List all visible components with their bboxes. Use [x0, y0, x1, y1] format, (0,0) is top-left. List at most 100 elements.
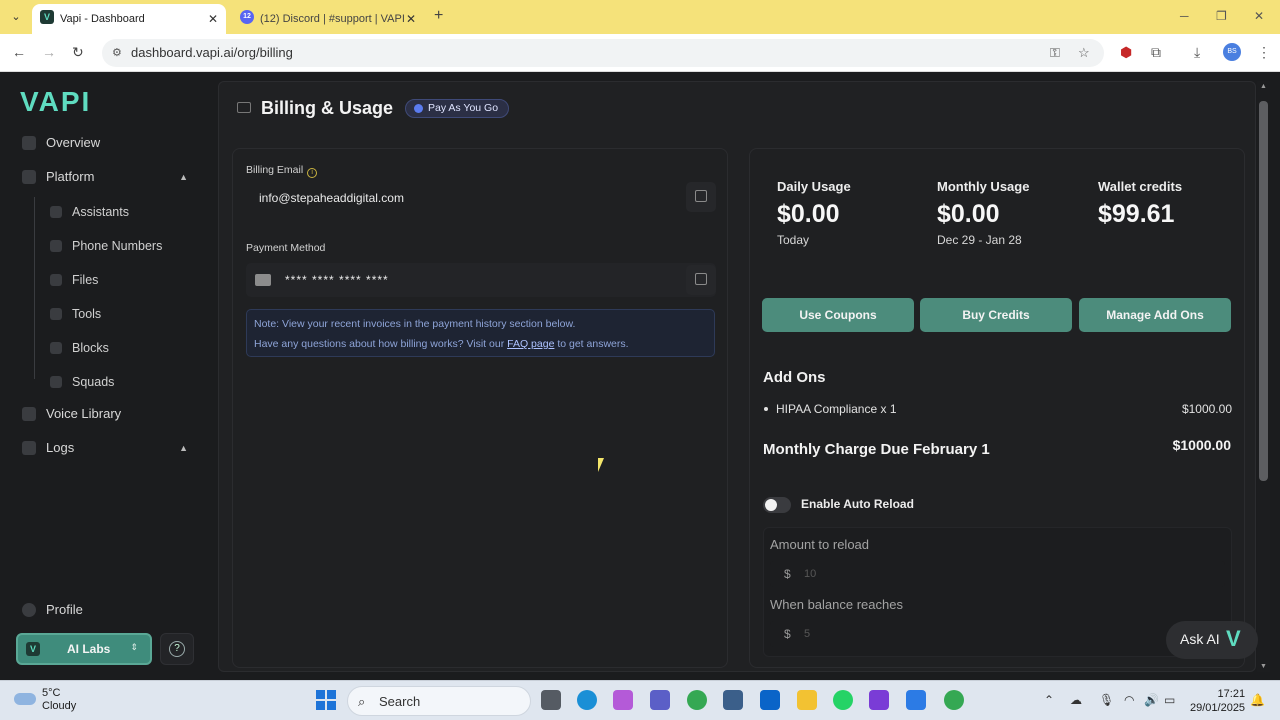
- addon-name: HIPAA Compliance x 1: [776, 402, 897, 416]
- sidebar-item-squads[interactable]: Squads: [46, 368, 206, 396]
- tab-vapi-dashboard[interactable]: V Vapi - Dashboard ✕: [32, 4, 226, 34]
- assistants-icon: [50, 206, 62, 218]
- task-view-icon[interactable]: [541, 690, 561, 710]
- manage-addons-button[interactable]: Manage Add Ons: [1079, 298, 1231, 332]
- expand-chevron-icon[interactable]: ▲: [179, 163, 188, 191]
- payment-method-label: Payment Method: [246, 242, 326, 254]
- system-clock[interactable]: 17:21 29/01/2025: [1190, 687, 1245, 715]
- tab-search-chevron-icon[interactable]: ⌄: [6, 8, 26, 26]
- sidebar-item-tools[interactable]: Tools: [46, 300, 206, 328]
- browser-tab-bar: ⌄ V Vapi - Dashboard ✕ 12 (12) Discord |…: [0, 0, 1280, 34]
- sidebar-item-profile[interactable]: Profile: [20, 596, 196, 624]
- reload-icon[interactable]: ↻: [72, 44, 84, 61]
- sidebar-item-label: Logs: [46, 440, 75, 455]
- back-arrow-icon[interactable]: ←: [12, 44, 26, 60]
- edge-icon[interactable]: [577, 690, 597, 710]
- info-icon[interactable]: i: [307, 168, 318, 178]
- help-button[interactable]: ?: [160, 633, 194, 665]
- restore-icon[interactable]: ❐: [1216, 9, 1227, 23]
- close-tab-icon[interactable]: ✕: [208, 6, 218, 32]
- chrome-profile-icon[interactable]: [944, 690, 964, 710]
- browser-menu-icon[interactable]: ⋮: [1257, 44, 1271, 61]
- forward-arrow-icon[interactable]: →: [42, 44, 56, 60]
- site-info-icon[interactable]: ⚙: [112, 46, 122, 59]
- balance-threshold-label: When balance reaches: [770, 597, 903, 612]
- teams-icon[interactable]: [650, 690, 670, 710]
- subnav-divider: [34, 197, 35, 379]
- clock-date: 29/01/2025: [1190, 702, 1246, 714]
- page-scrollbar[interactable]: ▲ ▼: [1257, 81, 1270, 672]
- sidebar-item-assistants[interactable]: Assistants: [46, 198, 206, 226]
- buy-credits-button[interactable]: Buy Credits: [920, 298, 1072, 332]
- scroll-up-icon[interactable]: ▲: [1260, 83, 1267, 90]
- sidebar-item-voice-library[interactable]: Voice Library: [20, 400, 196, 428]
- file-explorer-icon[interactable]: [797, 690, 817, 710]
- volume-icon[interactable]: 🔊: [1144, 693, 1159, 707]
- platform-icon: [22, 170, 36, 184]
- scroll-down-icon[interactable]: ▼: [1260, 663, 1267, 670]
- monthly-usage-value: $0.00: [937, 200, 1000, 228]
- url-bar[interactable]: ⚙ dashboard.vapi.ai/org/billing ⚿ ☆: [102, 39, 1104, 67]
- sidebar-item-label: Phone Numbers: [72, 239, 163, 253]
- payment-method-row: **** **** **** ****: [246, 263, 716, 297]
- amount-to-reload-input[interactable]: [804, 564, 1184, 584]
- sidebar-item-platform[interactable]: Platform ▲: [20, 163, 196, 191]
- main-panel: Billing & Usage Pay As You Go Billing Em…: [218, 81, 1256, 672]
- phone-icon: [50, 240, 62, 252]
- edit-email-button[interactable]: [686, 182, 716, 212]
- app-icon[interactable]: [723, 690, 743, 710]
- use-coupons-button[interactable]: Use Coupons: [762, 298, 914, 332]
- ask-ai-button[interactable]: Ask AI V: [1166, 621, 1258, 659]
- sidebar-item-phone-numbers[interactable]: Phone Numbers: [46, 232, 206, 260]
- extension-shield-icon[interactable]: ⬢: [1120, 44, 1132, 61]
- windows-start-icon[interactable]: [316, 690, 336, 710]
- scrollbar-thumb[interactable]: [1259, 101, 1268, 481]
- close-tab-icon[interactable]: ✕: [406, 6, 416, 32]
- bookmark-star-icon[interactable]: ☆: [1078, 45, 1090, 61]
- edit-payment-button[interactable]: [686, 265, 716, 295]
- weather-desc: Cloudy: [42, 700, 77, 712]
- window-close-icon[interactable]: ✕: [1254, 9, 1264, 23]
- vapi-logo[interactable]: VAPI: [20, 86, 91, 118]
- whatsapp-icon[interactable]: [833, 690, 853, 710]
- profile-avatar[interactable]: BS: [1223, 43, 1241, 61]
- tab-discord[interactable]: 12 (12) Discord | #support | VAPI ✕: [232, 4, 424, 34]
- tab-title: Vapi - Dashboard: [60, 13, 145, 25]
- tray-chevron-icon[interactable]: ⌃: [1044, 693, 1054, 707]
- app-purple-icon[interactable]: [869, 690, 889, 710]
- org-switcher-button[interactable]: V AI Labs ⇕: [16, 633, 152, 665]
- copilot-icon[interactable]: [613, 690, 633, 710]
- notepad-icon[interactable]: [906, 690, 926, 710]
- password-key-icon[interactable]: ⚿: [1050, 45, 1060, 61]
- notification-bell-icon[interactable]: 🔔: [1250, 693, 1265, 707]
- currency-symbol: $: [784, 567, 791, 581]
- sidebar-item-logs[interactable]: Logs ▲: [20, 434, 196, 462]
- onedrive-cloud-icon[interactable]: ☁: [1070, 693, 1082, 707]
- expand-chevron-icon[interactable]: ▲: [179, 434, 188, 462]
- taskbar-search[interactable]: ⌕ Search: [347, 686, 531, 716]
- new-tab-plus-icon[interactable]: +: [434, 7, 443, 25]
- wallet-credits-label: Wallet credits: [1098, 179, 1183, 194]
- currency-symbol: $: [784, 627, 791, 641]
- balance-threshold-input[interactable]: [804, 624, 1184, 644]
- outlook-icon[interactable]: [760, 690, 780, 710]
- download-icon[interactable]: ⤓: [1194, 44, 1200, 61]
- cloud-icon: [14, 693, 36, 705]
- battery-icon[interactable]: ▭: [1164, 693, 1175, 707]
- org-logo-icon: V: [26, 642, 40, 656]
- extensions-puzzle-icon[interactable]: ⧉: [1151, 44, 1161, 61]
- sidebar-item-overview[interactable]: Overview: [20, 129, 196, 157]
- faq-link[interactable]: FAQ page: [507, 338, 554, 350]
- sidebar-item-blocks[interactable]: Blocks: [46, 334, 206, 362]
- sidebar-item-files[interactable]: Files: [46, 266, 206, 294]
- wifi-icon[interactable]: ◠: [1124, 693, 1134, 707]
- sidebar-item-label: Files: [72, 273, 99, 287]
- chrome-icon[interactable]: [687, 690, 707, 710]
- microphone-icon[interactable]: 🎙: [1099, 693, 1114, 707]
- url-text[interactable]: dashboard.vapi.ai/org/billing: [131, 45, 293, 60]
- logs-icon: [22, 441, 36, 455]
- auto-reload-toggle[interactable]: [763, 497, 791, 513]
- note-prefix: Have any questions about how billing wor…: [254, 338, 505, 350]
- minimize-icon[interactable]: ─: [1180, 9, 1189, 23]
- usage-card: Daily Usage $0.00 Today Monthly Usage $0…: [749, 148, 1245, 668]
